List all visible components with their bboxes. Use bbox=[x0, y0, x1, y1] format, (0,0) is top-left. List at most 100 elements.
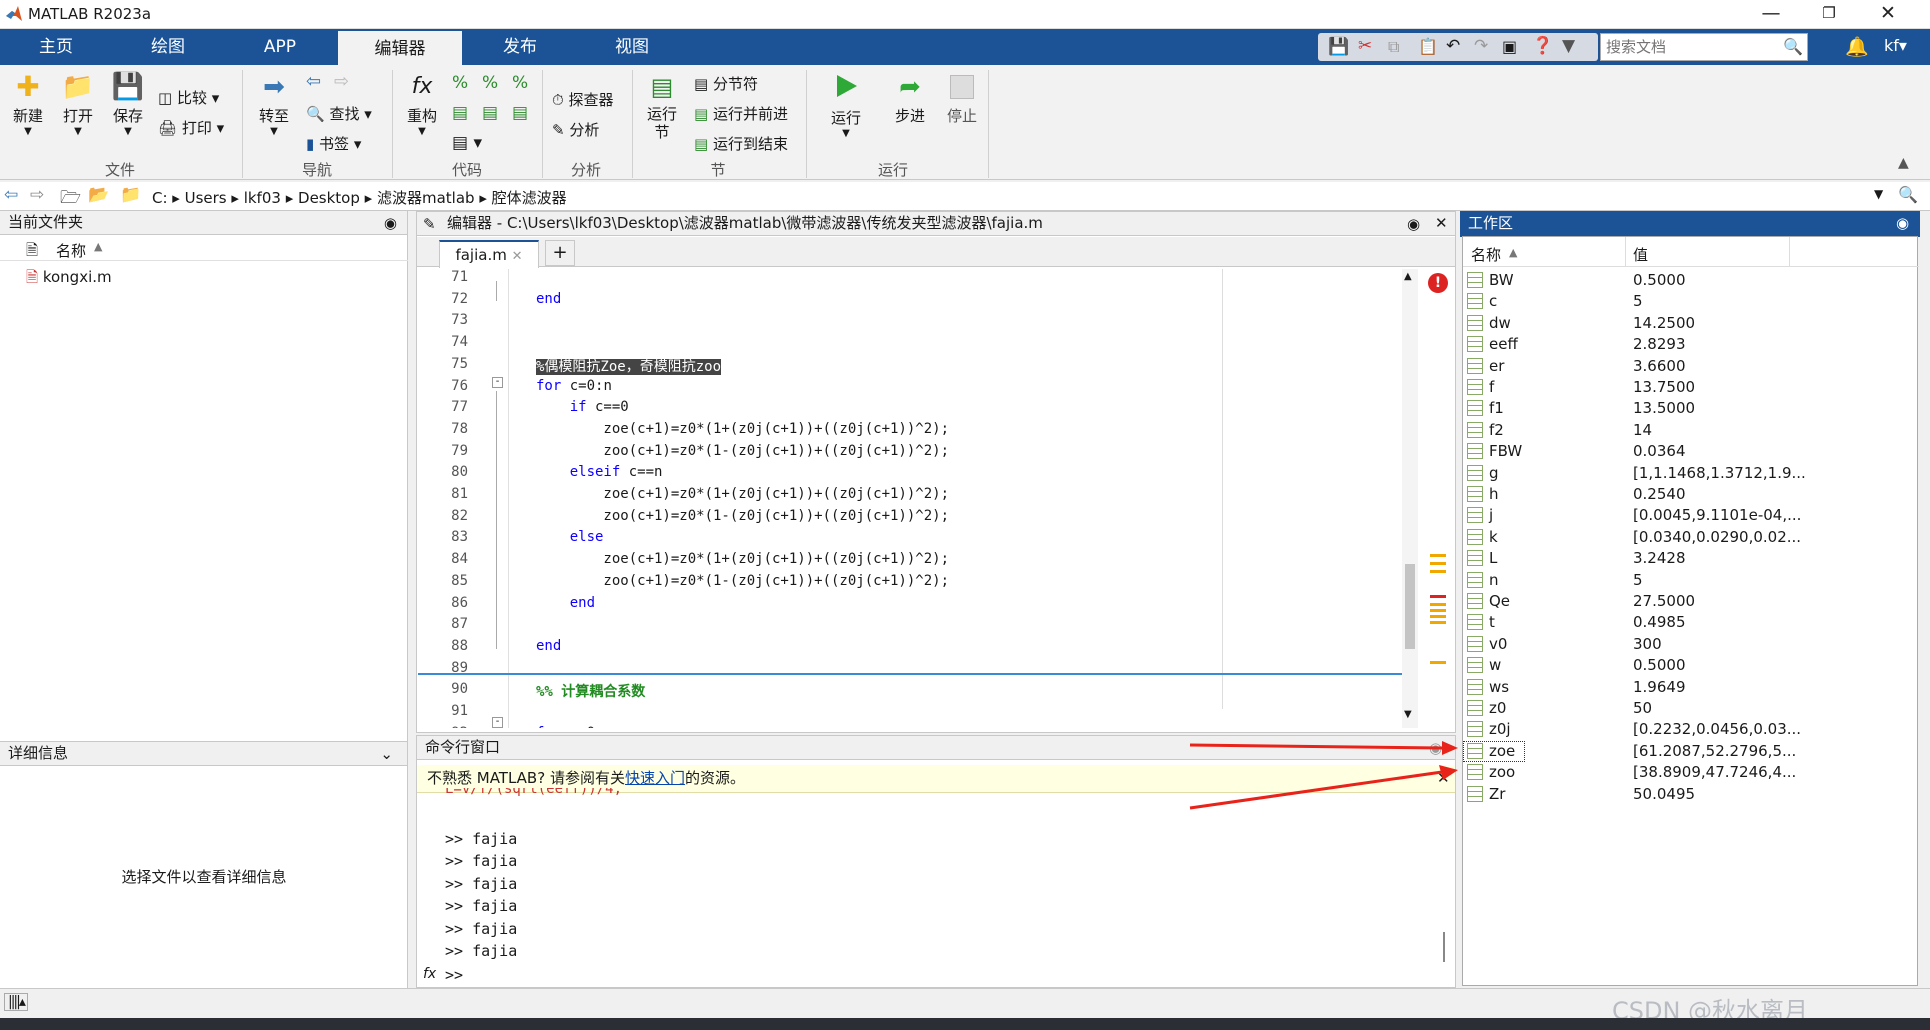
file-item[interactable]: 🗎 kongxi.m bbox=[26, 267, 112, 292]
workspace-variable-row[interactable]: zoe [61.2087,52.2796,5... bbox=[1463, 740, 1796, 762]
profiler-button[interactable]: ⏱ 探查器 bbox=[552, 89, 614, 110]
panel-actions-icon[interactable]: ◉ bbox=[384, 212, 397, 235]
workspace-variable-row[interactable]: L 3.2428 bbox=[1463, 548, 1919, 569]
folder-search-icon[interactable]: 🔍 bbox=[1898, 185, 1918, 204]
tab-view[interactable]: 视图 bbox=[576, 29, 688, 65]
tab-publish[interactable]: 发布 bbox=[464, 29, 576, 65]
run-button[interactable]: 运行 ▼ bbox=[824, 69, 868, 139]
workspace-variable-row[interactable]: v0 300 bbox=[1463, 634, 1919, 655]
panel-actions-icon[interactable]: ◉ bbox=[1896, 211, 1909, 236]
editor-vertical-scrollbar[interactable]: ▲ ▼ bbox=[1402, 269, 1418, 728]
redo-icon[interactable]: ↷ bbox=[1474, 36, 1488, 56]
new-tab-button[interactable]: + bbox=[545, 240, 575, 266]
wrap-comment-icon[interactable]: % bbox=[512, 73, 528, 93]
workspace-variable-row[interactable]: z0 50 bbox=[1463, 698, 1919, 719]
scroll-thumb[interactable] bbox=[1405, 564, 1415, 649]
workspace-variable-row[interactable]: n5 bbox=[1463, 570, 1919, 591]
workspace-variable-row[interactable]: FBW 0.0364 bbox=[1463, 441, 1919, 462]
tab-apps[interactable]: APP bbox=[224, 29, 336, 65]
workspace-variable-row[interactable]: Zr 50.0495 bbox=[1463, 784, 1919, 805]
browse-folder-icon[interactable]: 📂 bbox=[88, 185, 109, 205]
save-icon[interactable]: 💾 bbox=[1328, 37, 1349, 57]
workspace-variable-row[interactable]: BW 0.5000 bbox=[1463, 270, 1919, 291]
copy-icon[interactable]: ⧉ bbox=[1388, 37, 1399, 57]
breadcrumb-item[interactable]: Desktop bbox=[298, 189, 360, 207]
forward-nav-icon[interactable]: ⇨ bbox=[30, 185, 44, 205]
run-section-button[interactable]: ▤ 运行节 bbox=[640, 69, 684, 141]
fx-icon[interactable]: fx bbox=[423, 966, 436, 982]
workspace-variable-row[interactable]: er 3.6600 bbox=[1463, 356, 1919, 377]
comment-icon[interactable]: % bbox=[452, 73, 468, 93]
forward-arrow-icon[interactable]: ⇨ bbox=[334, 71, 349, 92]
run-and-advance-button[interactable]: ▤ 运行并前进 bbox=[694, 103, 788, 124]
bookmark-button[interactable]: ▮ 书签 ▾ bbox=[306, 133, 361, 154]
workspace-variable-row[interactable]: dw 14.2500 bbox=[1463, 313, 1919, 334]
fold-toggle-icon[interactable]: - bbox=[492, 377, 503, 388]
collapse-ribbon-icon[interactable]: ▲ bbox=[1898, 155, 1909, 171]
workspace-variable-row[interactable]: ws 1.9649 bbox=[1463, 677, 1919, 698]
compare-button[interactable]: ◫ 比较 ▾ bbox=[158, 87, 219, 108]
workspace-variable-row[interactable]: f2 14 bbox=[1463, 420, 1919, 441]
open-button[interactable]: 📁 打开 ▼ bbox=[56, 69, 100, 137]
switch-windows-icon[interactable]: ▣ bbox=[1502, 37, 1517, 56]
workspace-variable-row[interactable]: h 0.2540 bbox=[1463, 484, 1919, 505]
search-docs-input[interactable] bbox=[1601, 34, 1781, 60]
tab-editor[interactable]: 编辑器 bbox=[338, 29, 462, 65]
close-tab-icon[interactable]: ✕ bbox=[512, 249, 523, 264]
code-area[interactable]: - - 71 72 end 73 74 75 %偶模阻抗Zoe，奇模阻抗zoo 76 for c… bbox=[418, 269, 1406, 728]
chevron-down-icon[interactable]: ⌄ bbox=[380, 743, 393, 766]
back-nav-icon[interactable]: ⇦ bbox=[4, 185, 18, 205]
workspace-variable-row[interactable]: k [0.0340,0.0290,0.02... bbox=[1463, 527, 1919, 548]
close-window-button[interactable]: ✕ bbox=[1860, 0, 1916, 29]
paste-icon[interactable]: 📋 bbox=[1418, 37, 1438, 56]
command-prompt[interactable]: >> bbox=[445, 966, 463, 984]
step-button[interactable]: ➦ 步进 bbox=[888, 69, 932, 126]
status-indicator-icon[interactable]: ||||▴ bbox=[4, 993, 28, 1011]
workspace-variable-row[interactable]: z0j [0.2232,0.0456,0.03... bbox=[1463, 719, 1919, 740]
workspace-variable-row[interactable]: c5 bbox=[1463, 291, 1919, 312]
undo-icon[interactable]: ↶ bbox=[1446, 36, 1460, 56]
insert-function-icon[interactable]: ▤ ▾ bbox=[452, 133, 482, 153]
refactor-button[interactable]: fx 重构 ▼ bbox=[400, 69, 444, 137]
minimize-button[interactable]: — bbox=[1743, 0, 1799, 29]
section-break-button[interactable]: ▤ 分节符 bbox=[694, 73, 758, 94]
search-docs-box[interactable]: 🔍 bbox=[1600, 33, 1808, 61]
workspace-variable-row[interactable]: Qe 27.5000 bbox=[1463, 591, 1919, 612]
workspace-variable-row[interactable]: f1 13.5000 bbox=[1463, 398, 1919, 419]
run-to-end-button[interactable]: ▤ 运行到结束 bbox=[694, 133, 788, 154]
decrease-indent-icon[interactable]: ▤ bbox=[482, 103, 498, 123]
uncomment-icon[interactable]: % bbox=[482, 73, 498, 93]
up-folder-icon[interactable]: 🗁 bbox=[60, 185, 81, 214]
workspace-variable-row[interactable]: zoo [38.8909,47.7246,4... bbox=[1463, 762, 1919, 783]
workspace-variable-row[interactable]: w 0.5000 bbox=[1463, 655, 1919, 676]
workspace-variable-row[interactable]: eeff 2.8293 bbox=[1463, 334, 1919, 355]
find-button[interactable]: 🔍 查找 ▾ bbox=[306, 103, 372, 124]
getting-started-link[interactable]: 快速入门 bbox=[625, 769, 685, 787]
user-menu[interactable]: kf▾ bbox=[1884, 36, 1907, 55]
notification-bell-icon[interactable]: 🔔 bbox=[1845, 35, 1869, 58]
fold-toggle-icon[interactable]: - bbox=[492, 717, 503, 728]
error-indicator-icon[interactable]: ! bbox=[1428, 273, 1448, 293]
goto-button[interactable]: ➡ 转至 ▼ bbox=[252, 69, 296, 137]
workspace-variable-row[interactable]: f 13.7500 bbox=[1463, 377, 1919, 398]
tab-fajia[interactable]: fajia.m ✕ bbox=[439, 240, 539, 268]
workspace-variable-row[interactable]: t 0.4985 bbox=[1463, 612, 1919, 633]
breadcrumb-item[interactable]: 腔体滤波器 bbox=[492, 189, 567, 207]
search-icon[interactable]: 🔍 bbox=[1783, 37, 1803, 56]
breadcrumb-item[interactable]: C: bbox=[152, 189, 168, 207]
stop-button[interactable]: 停止 bbox=[940, 69, 984, 126]
scroll-up-icon[interactable]: ▲ bbox=[1404, 271, 1412, 282]
workspace-variable-row[interactable]: g [1,1.1468,1.3712,1.9... bbox=[1463, 463, 1919, 484]
workspace-variable-row[interactable]: j [0.0045,9.1101e-04,... bbox=[1463, 505, 1919, 526]
customize-icon[interactable]: ▼ bbox=[1562, 36, 1575, 56]
breadcrumb-item[interactable]: lkf03 bbox=[244, 189, 281, 207]
analyze-button[interactable]: ✎ 分析 bbox=[552, 119, 599, 140]
close-editor-icon[interactable]: ✕ bbox=[1435, 212, 1448, 235]
tab-home[interactable]: 主页 bbox=[0, 29, 112, 65]
panel-actions-icon[interactable]: ◉ bbox=[1407, 213, 1420, 236]
command-scrollbar[interactable] bbox=[1443, 932, 1445, 962]
cut-icon[interactable]: ✂ bbox=[1358, 36, 1372, 56]
increase-indent-icon[interactable]: ▤ bbox=[512, 103, 528, 123]
help-icon[interactable]: ❓ bbox=[1532, 36, 1553, 56]
new-button[interactable]: ✚ 新建 ▼ bbox=[6, 69, 50, 137]
